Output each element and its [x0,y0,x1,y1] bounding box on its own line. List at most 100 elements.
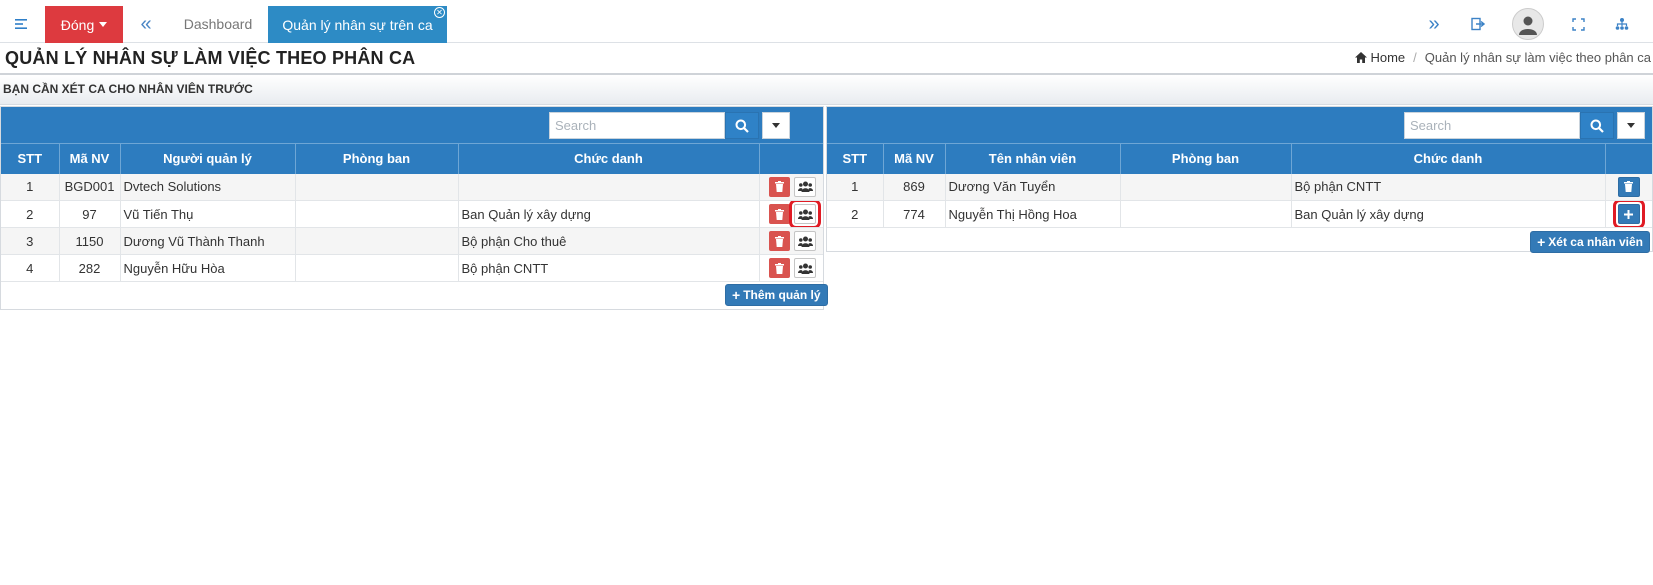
breadcrumb-home[interactable]: Home [1355,50,1405,65]
plus-icon: + [1537,234,1546,250]
tab-dashboard-label: Dashboard [183,16,253,32]
user-avatar[interactable] [1511,6,1545,42]
search-icon [1590,119,1604,133]
column-header[interactable]: Người quản lý [120,143,296,174]
assign-shift-button[interactable]: + Xét ca nhân viên [1530,231,1650,253]
chevrons-left-icon[interactable]: « [124,6,168,42]
table-header-row: STT Mã NV Người quản lý Phòng ban Chức d… [1,143,823,174]
cell-actions [759,254,823,282]
view-staff-button[interactable] [789,200,821,227]
cell-manager-name: Dvtech Solutions [120,173,296,201]
cell-job-title: Bộ phận CNTT [1291,173,1606,201]
user-avatar-icon [1512,8,1544,40]
cell-job-title: Ban Quản lý xây dựng [1291,200,1606,228]
column-header-actions [759,143,823,174]
fullscreen-icon[interactable] [1560,6,1596,42]
cell-stt: 2 [1,200,60,228]
cell-stt: 1 [1,173,60,201]
trash-icon [775,235,784,247]
view-staff-button[interactable] [794,176,816,197]
cell-job-title: Bộ phận CNTT [458,254,760,282]
delete-manager-button[interactable] [769,176,790,197]
notice-text: BẠN CẦN XÉT CA CHO NHÂN VIÊN TRƯỚC [3,82,253,96]
add-manager-button[interactable]: + Thêm quản lý [725,284,828,306]
cell-actions [759,200,823,228]
caret-down-icon [772,123,780,128]
tab-shift-staff-label: Quản lý nhân sự trên ca [282,16,433,33]
managers-search-group [549,112,790,139]
table-row[interactable]: 2 774 Nguyễn Thị Hồng Hoa Ban Quản lý xâ… [827,200,1652,228]
cell-stt: 4 [1,254,60,282]
top-navigation-bar: Đóng « Dashboard Quản lý nhân sự trên ca… [0,6,1653,43]
column-header-actions [1605,143,1652,174]
cell-actions [759,227,823,255]
tab-shift-staff-management[interactable]: Quản lý nhân sự trên ca ✕ [268,6,447,43]
chevrons-right-icon[interactable]: » [1416,6,1452,42]
cell-actions [1605,173,1652,201]
table-row[interactable]: 4 282 Nguyễn Hữu Hòa Bộ phận CNTT [1,254,823,282]
cell-ma-nv: 1150 [59,227,121,255]
staff-toolbar [827,107,1652,143]
cell-department [1120,173,1292,201]
managers-panel: STT Mã NV Người quản lý Phòng ban Chức d… [0,106,828,310]
breadcrumb-current: Quản lý nhân sự làm việc theo phân ca [1424,50,1651,65]
managers-table: STT Mã NV Người quản lý Phòng ban Chức d… [1,143,823,282]
view-staff-button[interactable] [794,231,816,251]
cell-ma-nv: 774 [883,200,946,228]
cell-ma-nv: BGD001 [59,173,121,201]
column-header[interactable]: STT [827,143,884,174]
column-header[interactable]: Phòng ban [295,143,459,174]
managers-search-button[interactable] [725,112,759,139]
breadcrumb-separator: / [1413,50,1417,65]
delete-manager-button[interactable] [769,231,790,251]
table-row[interactable]: 1 869 Dương Văn Tuyển Bộ phận CNTT [827,173,1652,201]
page-title: QUẢN LÝ NHÂN SỰ LÀM VIỆC THEO PHÂN CA [5,48,416,68]
column-header[interactable]: STT [1,143,60,174]
column-header[interactable]: Tên nhân viên [945,143,1121,174]
cell-employee-name: Dương Văn Tuyển [945,173,1121,201]
cell-ma-nv: 97 [59,200,121,228]
users-icon [797,236,813,247]
column-header[interactable]: Mã NV [883,143,946,174]
cell-stt: 2 [827,200,884,228]
breadcrumb-home-label: Home [1370,50,1406,65]
table-row[interactable]: 2 97 Vũ Tiến Thụ Ban Quản lý xây dựng [1,200,823,228]
table-row[interactable]: 3 1150 Dương Vũ Thành Thanh Bộ phận Cho … [1,227,823,255]
managers-search-input[interactable] [549,112,725,139]
staff-search-input[interactable] [1404,112,1580,139]
trash-icon [775,208,784,220]
column-header[interactable]: Phòng ban [1120,143,1292,174]
add-employee-button[interactable] [1612,200,1645,227]
network-icon[interactable] [1604,6,1640,42]
staff-columns-dropdown[interactable] [1617,112,1645,139]
cell-actions [1605,200,1652,228]
cell-department [295,200,459,228]
table-row[interactable]: 1 BGD001 Dvtech Solutions [1,173,823,201]
cell-ma-nv: 282 [59,254,121,282]
remove-employee-button[interactable] [1617,176,1640,197]
caret-down-icon [99,22,108,27]
delete-manager-button[interactable] [769,204,790,224]
cell-ma-nv: 869 [883,173,946,201]
logout-icon[interactable] [1460,6,1496,42]
view-staff-button[interactable] [794,258,816,278]
users-icon [797,263,813,274]
staff-search-button[interactable] [1580,112,1614,139]
trash-icon [1624,181,1634,193]
tab-dashboard[interactable]: Dashboard [168,6,268,42]
breadcrumb: Home / Quản lý nhân sự làm việc theo phâ… [1355,50,1651,65]
column-header[interactable]: Mã NV [59,143,121,174]
cell-manager-name: Nguyễn Hữu Hòa [120,254,296,282]
column-header[interactable]: Chức danh [458,143,760,174]
staff-table: STT Mã NV Tên nhân viên Phòng ban Chức d… [827,143,1652,228]
delete-manager-button[interactable] [769,258,790,278]
trash-icon [775,181,784,193]
close-tab-icon[interactable]: ✕ [434,7,445,18]
home-icon [1355,52,1368,63]
menu-icon[interactable] [0,6,44,42]
managers-columns-dropdown[interactable] [762,112,790,139]
staff-panel: STT Mã NV Tên nhân viên Phòng ban Chức d… [826,106,1653,253]
close-dropdown-button[interactable]: Đóng [45,6,123,43]
cell-stt: 3 [1,227,60,255]
column-header[interactable]: Chức danh [1291,143,1606,174]
